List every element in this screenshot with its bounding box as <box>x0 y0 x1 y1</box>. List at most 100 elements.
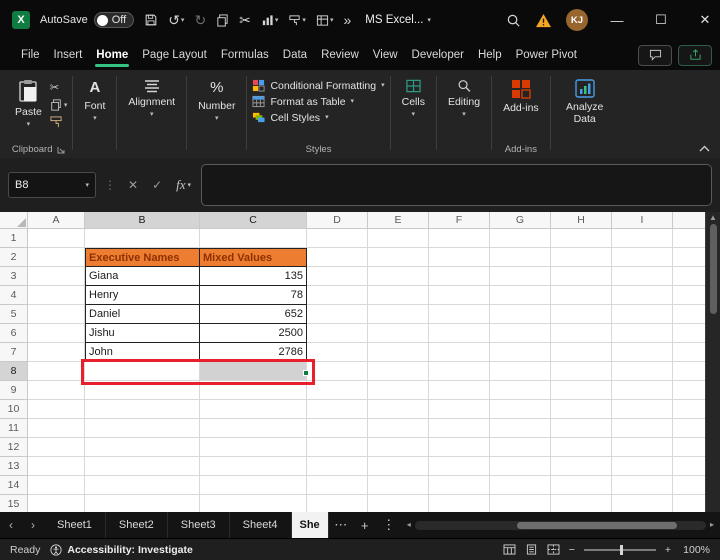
grid-cell-G5[interactable] <box>490 305 551 324</box>
grid-cell-C10[interactable] <box>200 400 307 419</box>
grid-cell-C9[interactable] <box>200 381 307 400</box>
column-header-A[interactable]: A <box>28 212 85 229</box>
row-header-8[interactable]: 8 <box>0 362 28 381</box>
document-title[interactable]: MS Excel...▾ <box>365 14 431 26</box>
horizontal-scrollbar-thumb[interactable] <box>517 522 677 529</box>
grid-cell-H10[interactable] <box>551 400 612 419</box>
grid-cell-H8[interactable] <box>551 362 612 381</box>
grid-cell-G12[interactable] <box>490 438 551 457</box>
tab-file[interactable]: File <box>14 43 47 68</box>
grid-cell-H13[interactable] <box>551 457 612 476</box>
row-header-11[interactable]: 11 <box>0 419 28 438</box>
grid-cell-F9[interactable] <box>429 381 490 400</box>
grid-cell-B3[interactable]: Giana <box>85 267 200 286</box>
grid-cell-E10[interactable] <box>368 400 429 419</box>
column-header-partial[interactable] <box>673 212 705 229</box>
grid-cell-partial-12[interactable] <box>673 438 705 457</box>
addins-button[interactable]: Add-ins <box>497 74 545 116</box>
grid-cell-partial-9[interactable] <box>673 381 705 400</box>
cells-button[interactable]: Cells ▾ <box>396 74 431 120</box>
grid-cell-F10[interactable] <box>429 400 490 419</box>
sheet-tab-sheet2[interactable]: Sheet2 <box>106 512 168 538</box>
grid-cell-G4[interactable] <box>490 286 551 305</box>
sheet-tab-sheet3[interactable]: Sheet3 <box>168 512 230 538</box>
grid-cell-I8[interactable] <box>612 362 673 381</box>
grid-cell-C1[interactable] <box>200 229 307 248</box>
scroll-up-icon[interactable]: ▲ <box>709 214 717 222</box>
grid-cell-D15[interactable] <box>307 495 368 512</box>
tab-insert[interactable]: Insert <box>47 43 90 68</box>
grid-cell-E14[interactable] <box>368 476 429 495</box>
grid-cell-I11[interactable] <box>612 419 673 438</box>
row-header-13[interactable]: 13 <box>0 457 28 476</box>
collapse-ribbon-icon[interactable] <box>699 145 710 152</box>
tab-home[interactable]: Home <box>89 43 135 68</box>
grid-cell-G10[interactable] <box>490 400 551 419</box>
grid-cell-partial-3[interactable] <box>673 267 705 286</box>
grid-cell-A12[interactable] <box>28 438 85 457</box>
accessibility-status[interactable]: Accessibility: Investigate <box>50 544 192 556</box>
sheet-tab-sheet4[interactable]: Sheet4 <box>230 512 292 538</box>
column-header-B[interactable]: B <box>85 212 200 229</box>
grid-cell-A7[interactable] <box>28 343 85 362</box>
table-tool-icon[interactable]: ▾ <box>316 14 334 27</box>
grid-cell-D8[interactable] <box>307 362 368 381</box>
grid-cell-F13[interactable] <box>429 457 490 476</box>
grid-cell-partial-11[interactable] <box>673 419 705 438</box>
maximize-button[interactable]: ☐ <box>646 0 676 40</box>
grid-cell-A1[interactable] <box>28 229 85 248</box>
grid-cell-D12[interactable] <box>307 438 368 457</box>
grid-cell-D14[interactable] <box>307 476 368 495</box>
autosave-control[interactable]: AutoSave Off <box>40 12 134 28</box>
save-icon[interactable] <box>144 13 158 27</box>
grid-cell-E8[interactable] <box>368 362 429 381</box>
grid-cell-partial-5[interactable] <box>673 305 705 324</box>
sheet-nav-right-icon[interactable]: › <box>22 512 44 538</box>
zoom-out-button[interactable]: − <box>569 544 575 556</box>
row-header-5[interactable]: 5 <box>0 305 28 324</box>
grid-cell-F14[interactable] <box>429 476 490 495</box>
grid-cell-G7[interactable] <box>490 343 551 362</box>
grid-cell-G9[interactable] <box>490 381 551 400</box>
row-header-4[interactable]: 4 <box>0 286 28 305</box>
number-button[interactable]: % Number ▾ <box>192 74 241 124</box>
grid-cell-H15[interactable] <box>551 495 612 512</box>
grid-cell-D7[interactable] <box>307 343 368 362</box>
grid-cell-F8[interactable] <box>429 362 490 381</box>
grid-cell-C11[interactable] <box>200 419 307 438</box>
grid-cell-C12[interactable] <box>200 438 307 457</box>
grid-cell-C3[interactable]: 135 <box>200 267 307 286</box>
grid-cell-D11[interactable] <box>307 419 368 438</box>
format-painter-button[interactable] <box>50 116 68 128</box>
zoom-level[interactable]: 100% <box>680 544 710 556</box>
grid-cell-A15[interactable] <box>28 495 85 512</box>
scroll-left-icon[interactable]: ◂ <box>407 521 411 529</box>
grid-cell-E12[interactable] <box>368 438 429 457</box>
grid-cell-G13[interactable] <box>490 457 551 476</box>
grid-cell-E1[interactable] <box>368 229 429 248</box>
add-sheet-button[interactable]: + <box>353 512 377 538</box>
grid-cell-H11[interactable] <box>551 419 612 438</box>
zoom-in-button[interactable]: + <box>665 544 671 556</box>
grid-cell-C2[interactable]: Mixed Values <box>200 248 307 267</box>
column-header-E[interactable]: E <box>368 212 429 229</box>
grid-cell-B13[interactable] <box>85 457 200 476</box>
grid-cell-B5[interactable]: Daniel <box>85 305 200 324</box>
grid-cell-E7[interactable] <box>368 343 429 362</box>
grid-cell-A6[interactable] <box>28 324 85 343</box>
font-button[interactable]: A Font ▾ <box>78 74 111 124</box>
grid-cell-C13[interactable] <box>200 457 307 476</box>
grid-cell-H7[interactable] <box>551 343 612 362</box>
grid-cell-H6[interactable] <box>551 324 612 343</box>
grid-cell-C15[interactable] <box>200 495 307 512</box>
more-commands-icon[interactable]: » <box>343 13 351 27</box>
grid-cell-D2[interactable] <box>307 248 368 267</box>
grid-cell-A14[interactable] <box>28 476 85 495</box>
grid-cell-A3[interactable] <box>28 267 85 286</box>
grid-cell-F6[interactable] <box>429 324 490 343</box>
tab-developer[interactable]: Developer <box>405 43 471 68</box>
grid-cell-G6[interactable] <box>490 324 551 343</box>
format-painter-icon[interactable]: ▾ <box>288 14 306 27</box>
page-layout-view-icon[interactable] <box>525 544 538 555</box>
grid-cell-F3[interactable] <box>429 267 490 286</box>
